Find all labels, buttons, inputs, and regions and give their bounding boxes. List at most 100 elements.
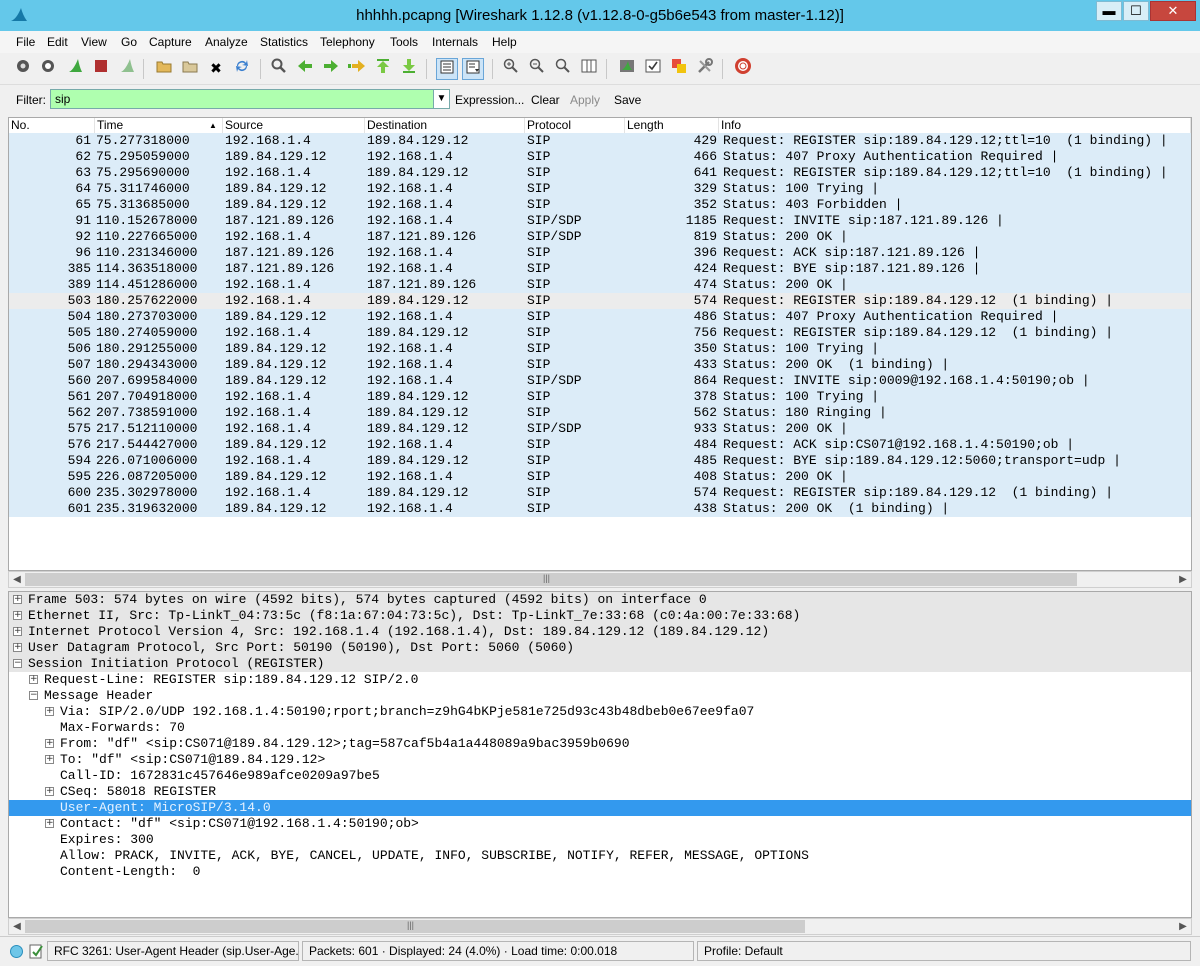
detail-row[interactable]: Content-Length: 0 — [9, 864, 1191, 880]
detail-row[interactable]: + Request-Line: REGISTER sip:189.84.129.1… — [9, 672, 1191, 688]
detail-row[interactable]: + CSeq: 58018 REGISTER — [9, 784, 1191, 800]
packet-row[interactable]: 65 75.313685000 189.84.129.12 192.168.1.4 SI… — [9, 197, 1191, 213]
capture-options-icon[interactable] — [37, 58, 59, 80]
packet-row[interactable]: 504 180.273703000 189.84.129.12 192.168.1.4… — [9, 309, 1191, 325]
minimize-button[interactable]: ▬ — [1096, 1, 1122, 21]
packet-row[interactable]: 594 226.071006000 192.168.1.4 189.84.129.12… — [9, 453, 1191, 469]
save-file-icon[interactable] — [179, 58, 201, 80]
detail-row[interactable]: + Frame 503: 574 bytes on wire (4592 bits… — [9, 592, 1191, 608]
packet-row[interactable]: 562 207.738591000 192.168.1.4 189.84.129.12… — [9, 405, 1191, 421]
menu-file[interactable]: File — [16, 35, 35, 49]
column-info[interactable]: Info — [719, 118, 1191, 133]
packet-row[interactable]: 503 180.257622000 192.168.1.4 189.84.129.12… — [9, 293, 1191, 309]
packet-row[interactable]: 62 75.295059000 189.84.129.12 192.168.1.4 SI… — [9, 149, 1191, 165]
packet-details[interactable]: + Frame 503: 574 bytes on wire (4592 bits… — [8, 591, 1192, 918]
filter-dropdown-button[interactable]: ▼ — [433, 89, 450, 109]
display-filter-input[interactable]: sip — [50, 89, 434, 109]
packet-row[interactable]: 91 110.152678000 187.121.89.126 192.168.1.4… — [9, 213, 1191, 229]
expand-icon[interactable]: + — [45, 787, 54, 796]
clear-button[interactable]: Clear — [531, 93, 560, 107]
zoom-out-icon[interactable] — [526, 58, 548, 80]
reload-icon[interactable] — [231, 58, 253, 80]
detail-row[interactable]: User-Agent: MicroSIP/3.14.0 — [9, 800, 1191, 816]
help-icon[interactable] — [732, 58, 754, 80]
expand-icon[interactable]: + — [45, 707, 54, 716]
zoom-in-icon[interactable] — [500, 58, 522, 80]
packet-row[interactable]: 560 207.699584000 189.84.129.12 192.168.1.4… — [9, 373, 1191, 389]
colorize-icon[interactable] — [436, 58, 458, 80]
detail-row[interactable]: + Contact: "df" <sip:CS071@192.168.1.4:50… — [9, 816, 1191, 832]
collapse-icon[interactable]: − — [13, 659, 22, 668]
collapse-icon[interactable]: − — [29, 691, 38, 700]
column-source[interactable]: Source — [223, 118, 365, 133]
menu-analyze[interactable]: Analyze — [205, 35, 248, 49]
preferences-icon[interactable] — [694, 58, 716, 80]
menu-tools[interactable]: Tools — [390, 35, 418, 49]
detail-row[interactable]: + To: "df" <sip:CS071@189.84.129.12> — [9, 752, 1191, 768]
detail-row[interactable]: Max-Forwards: 70 — [9, 720, 1191, 736]
packet-row[interactable]: 61 75.277318000 192.168.1.4 189.84.129.12 SI… — [9, 133, 1191, 149]
last-packet-icon[interactable] — [398, 58, 420, 80]
detail-row[interactable]: + Via: SIP/2.0/UDP 192.168.1.4:50190;rpor… — [9, 704, 1191, 720]
detail-row[interactable]: − Message Header — [9, 688, 1191, 704]
menu-help[interactable]: Help — [492, 35, 517, 49]
close-file-icon[interactable]: ✖ — [205, 58, 227, 80]
column-no[interactable]: No. — [9, 118, 95, 133]
stop-capture-icon[interactable] — [90, 58, 112, 80]
expand-icon[interactable]: + — [13, 611, 22, 620]
go-forward-icon[interactable] — [320, 58, 342, 80]
menu-view[interactable]: View — [81, 35, 107, 49]
packet-row[interactable]: 576 217.544427000 189.84.129.12 192.168.1.4… — [9, 437, 1191, 453]
scroll-right-icon[interactable]: ▶ — [1175, 919, 1191, 934]
expand-icon[interactable]: + — [13, 595, 22, 604]
start-capture-icon[interactable] — [64, 58, 86, 80]
expand-icon[interactable]: + — [13, 643, 22, 652]
capture-filters-icon[interactable] — [616, 58, 638, 80]
scroll-thumb[interactable] — [25, 573, 1077, 586]
interface-list-icon[interactable] — [12, 58, 34, 80]
column-length[interactable]: Length — [625, 118, 719, 133]
packet-row[interactable]: 385 114.363518000 187.121.89.126 192.168.1.… — [9, 261, 1191, 277]
maximize-button[interactable]: ☐ — [1123, 1, 1149, 21]
expand-icon[interactable]: + — [13, 627, 22, 636]
column-time[interactable]: Time ▲ — [95, 118, 223, 133]
close-button[interactable]: ✕ — [1150, 1, 1196, 21]
menu-statistics[interactable]: Statistics — [260, 35, 308, 49]
find-packet-icon[interactable] — [268, 58, 290, 80]
first-packet-icon[interactable] — [372, 58, 394, 80]
menu-capture[interactable]: Capture — [149, 35, 192, 49]
expression-button[interactable]: Expression... — [455, 93, 524, 107]
expand-icon[interactable]: + — [29, 675, 38, 684]
packet-row[interactable]: 92 110.227665000 192.168.1.4 187.121.89.126… — [9, 229, 1191, 245]
scroll-left-icon[interactable]: ◀ — [9, 572, 25, 587]
menu-edit[interactable]: Edit — [47, 35, 68, 49]
expand-icon[interactable]: + — [45, 739, 54, 748]
auto-scroll-icon[interactable] — [462, 58, 484, 80]
packet-row[interactable]: 507 180.294343000 189.84.129.12 192.168.1.4… — [9, 357, 1191, 373]
display-filters-icon[interactable] — [642, 58, 664, 80]
packet-row[interactable]: 96 110.231346000 187.121.89.126 192.168.1.4… — [9, 245, 1191, 261]
menu-go[interactable]: Go — [121, 35, 137, 49]
column-destination[interactable]: Destination — [365, 118, 525, 133]
normal-size-icon[interactable] — [552, 58, 574, 80]
detail-row[interactable]: Allow: PRACK, INVITE, ACK, BYE, CANCEL, … — [9, 848, 1191, 864]
packet-row[interactable]: 601 235.319632000 189.84.129.12 192.168.1.4… — [9, 501, 1191, 517]
status-profile[interactable]: Profile: Default — [697, 941, 1191, 961]
column-protocol[interactable]: Protocol — [525, 118, 625, 133]
resize-columns-icon[interactable] — [578, 58, 600, 80]
detail-row[interactable]: Expires: 300 — [9, 832, 1191, 848]
detail-row[interactable]: + From: "df" <sip:CS071@189.84.129.12>;ta… — [9, 736, 1191, 752]
packet-row[interactable]: 389 114.451286000 192.168.1.4 187.121.89.12… — [9, 277, 1191, 293]
packet-row[interactable]: 64 75.311746000 189.84.129.12 192.168.1.4 SI… — [9, 181, 1191, 197]
save-filter-button[interactable]: Save — [614, 93, 641, 107]
go-back-icon[interactable] — [294, 58, 316, 80]
packet-row[interactable]: 595 226.087205000 189.84.129.12 192.168.1.4… — [9, 469, 1191, 485]
detail-row[interactable]: − Session Initiation Protocol (REGISTER) — [9, 656, 1191, 672]
restart-capture-icon[interactable] — [116, 58, 138, 80]
scroll-thumb[interactable] — [25, 920, 805, 933]
details-hscrollbar[interactable]: ◀ ||| ▶ — [8, 918, 1192, 935]
capture-comments-icon[interactable] — [29, 943, 43, 959]
packet-list-hscrollbar[interactable]: ◀ ||| ▶ — [8, 571, 1192, 588]
menu-internals[interactable]: Internals — [432, 35, 478, 49]
coloring-rules-icon[interactable] — [668, 58, 690, 80]
